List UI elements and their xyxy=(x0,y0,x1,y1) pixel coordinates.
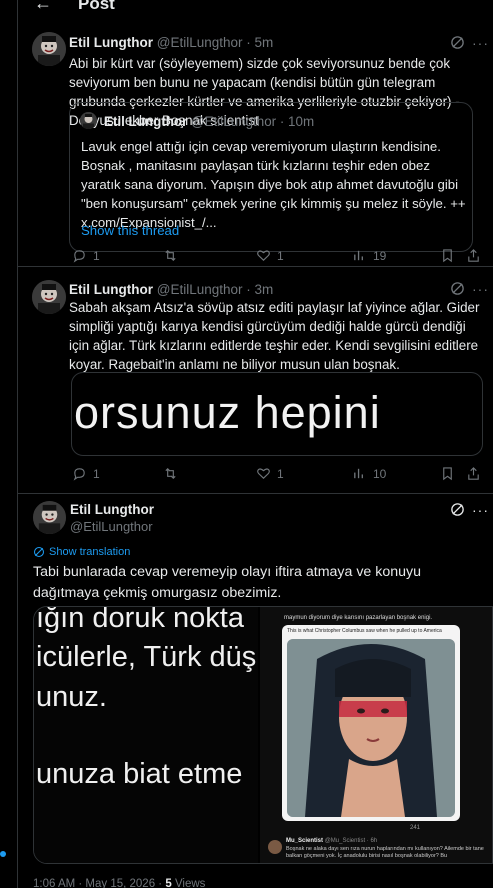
author-name: Etil Lungthor xyxy=(104,114,188,129)
translate-icon xyxy=(33,546,45,558)
more-icon[interactable]: ··· xyxy=(472,36,489,50)
screenshot-reply-handle: @Mu_Scientist · 6h xyxy=(324,838,378,844)
post-timestamp[interactable]: 1:06 AM · May 15, 2026 · xyxy=(33,878,162,888)
reply-count: 1 xyxy=(93,466,100,481)
media-overlay-text: orsunuz hepini xyxy=(74,387,381,438)
views-button[interactable]: 10 xyxy=(352,466,386,481)
more-icon[interactable]: ··· xyxy=(472,503,489,517)
back-arrow-icon[interactable]: ← xyxy=(34,0,52,12)
quoted-text: Lavuk engel attığı için cevap veremiyoru… xyxy=(81,139,466,230)
bookmark-icon xyxy=(443,467,452,481)
like-button[interactable]: 1 xyxy=(256,248,284,263)
separator-dot: · xyxy=(246,282,251,297)
author-line: Etil Lungthor @EtilLungthor · 5m xyxy=(69,34,273,51)
tweet-text: Tabi bunlarada cevap veremeyip olayı ift… xyxy=(33,564,422,601)
avatar[interactable] xyxy=(33,501,66,534)
media-left-line: icülerle, Türk düş xyxy=(36,641,257,673)
views-label: Views xyxy=(174,878,206,888)
notification-dot xyxy=(0,851,6,857)
views-count: 5 xyxy=(165,878,172,888)
avatar[interactable] xyxy=(32,280,66,314)
views-button[interactable]: 19 xyxy=(352,248,386,263)
like-count: 1 xyxy=(277,248,284,263)
media-image-left[interactable]: ığın doruk nokta icülerle, Türk düş unuz… xyxy=(34,607,258,863)
reply-icon xyxy=(73,250,85,263)
media-left-line: ığın doruk nokta xyxy=(36,607,244,634)
views-icon xyxy=(354,250,363,261)
media-image[interactable]: orsunuz hepini xyxy=(71,372,483,456)
avatar[interactable] xyxy=(32,32,66,66)
author-handle[interactable]: @EtilLungthor xyxy=(70,519,153,534)
bookmark-button[interactable] xyxy=(440,466,455,481)
author-handle[interactable]: @EtilLungthor xyxy=(157,35,243,50)
share-icon xyxy=(468,467,479,480)
quoted-tweet[interactable]: Etil Lungthor @EtilLungthor · 10m Lavuk … xyxy=(69,102,473,252)
author-name[interactable]: Etil Lungthor xyxy=(70,502,154,517)
grok-icon[interactable] xyxy=(450,35,465,50)
heart-icon xyxy=(257,250,270,261)
repost-button[interactable] xyxy=(163,248,178,263)
portrait-photo xyxy=(287,639,455,817)
page-title: Post xyxy=(78,0,115,13)
screenshot-count: 241 xyxy=(410,825,421,831)
reply-button[interactable]: 1 xyxy=(72,466,100,481)
screenshot-reply-text: Boşnak ne alaka dayı sen rıza nurun hapl… xyxy=(286,846,484,859)
screenshot-reply-author: Mu_Scientist xyxy=(286,838,324,844)
screenshot-reply-avatar xyxy=(268,840,282,854)
separator-dot: · xyxy=(246,35,251,50)
show-thread-link[interactable]: Show this thread xyxy=(81,223,179,238)
timestamp[interactable]: 3m xyxy=(255,282,274,297)
grok-icon[interactable] xyxy=(450,502,465,517)
action-bar: 1 1 19 xyxy=(69,248,481,264)
reply-count: 1 xyxy=(93,248,100,263)
more-icon[interactable]: ··· xyxy=(472,282,489,296)
reply-button[interactable]: 1 xyxy=(72,248,100,263)
share-button[interactable] xyxy=(466,466,481,481)
heart-icon xyxy=(257,468,270,479)
show-translation-label: Show translation xyxy=(49,546,131,558)
inner-caption: This is what Christopher Columbus saw wh… xyxy=(287,628,442,634)
views-count: 19 xyxy=(373,248,387,263)
views-count: 10 xyxy=(373,466,387,481)
post-header: ← Post xyxy=(0,0,493,22)
media-grid: ığın doruk nokta icülerle, Türk düş unuz… xyxy=(33,606,493,864)
reply-icon xyxy=(73,468,85,481)
media-left-line: unuz. xyxy=(36,681,107,713)
post-meta: 1:06 AM · May 15, 2026 · 5 Views xyxy=(33,878,205,888)
timestamp: 10m xyxy=(288,114,315,129)
media-left-line: unuza biat etme xyxy=(36,758,243,790)
author-handle[interactable]: @EtilLungthor xyxy=(157,282,243,297)
author-name[interactable]: Etil Lungthor xyxy=(69,282,153,297)
like-count: 1 xyxy=(277,466,284,481)
grok-icon[interactable] xyxy=(450,281,465,296)
avatar xyxy=(80,112,97,129)
inner-photo-card: This is what Christopher Columbus saw wh… xyxy=(282,625,460,821)
author-name[interactable]: Etil Lungthor xyxy=(69,35,153,50)
repost-button[interactable] xyxy=(163,466,178,481)
tweet-text: Sabah akşam Atsız'a sövüp atsız editi pa… xyxy=(69,300,480,372)
author-handle: @EtilLungthor xyxy=(191,114,277,129)
screenshot-top-caption: maymun diyorum diye karısını pazarlayan … xyxy=(284,615,433,621)
repost-icon xyxy=(165,468,176,479)
tweet[interactable]: Etil Lungthor @EtilLungthor · 5m ··· Abi… xyxy=(18,22,493,267)
views-icon xyxy=(354,468,363,479)
share-button[interactable] xyxy=(466,248,481,263)
bookmark-button[interactable] xyxy=(440,248,455,263)
timestamp[interactable]: 5m xyxy=(255,35,274,50)
share-icon xyxy=(468,249,479,262)
screenshot-reply-name: Mu_Scientist @Mu_Scientist · 6h xyxy=(286,838,377,844)
action-bar: 1 1 10 xyxy=(69,466,481,482)
tweet[interactable]: Etil Lungthor @EtilLungthor · 3m ··· Sab… xyxy=(18,268,493,494)
show-translation-button[interactable]: Show translation xyxy=(33,546,130,558)
separator-dot: · xyxy=(279,114,285,129)
quoted-author-line: Etil Lungthor @EtilLungthor · 10m xyxy=(104,113,314,130)
like-button[interactable]: 1 xyxy=(256,466,284,481)
bookmark-icon xyxy=(443,249,452,263)
media-image-right[interactable]: maymun diyorum diye karısını pazarlayan … xyxy=(260,607,492,863)
repost-icon xyxy=(165,250,176,261)
author-line: Etil Lungthor @EtilLungthor · 3m xyxy=(69,281,273,298)
